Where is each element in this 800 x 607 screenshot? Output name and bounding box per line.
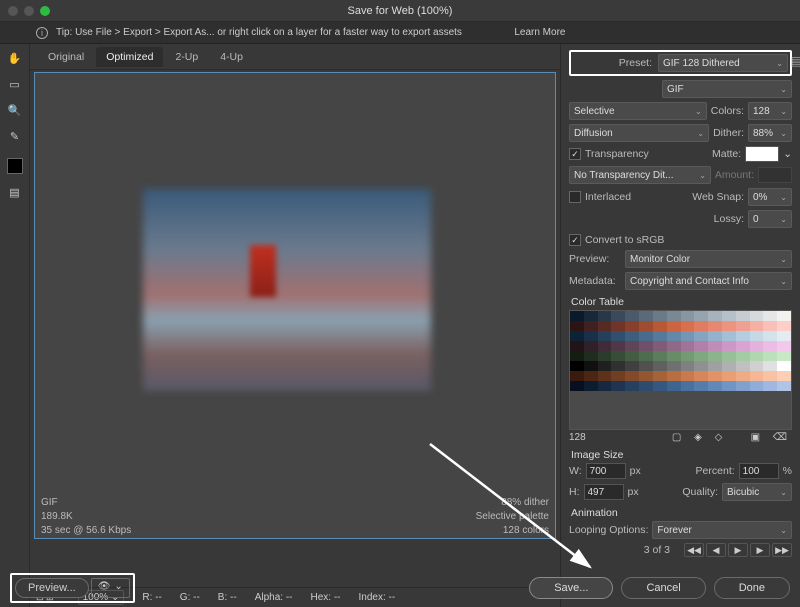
preset-label: Preset:	[619, 57, 652, 69]
preview-format: GIF	[41, 496, 131, 510]
slice-visibility-icon[interactable]: ▤	[7, 184, 23, 200]
preview-palette: Selective palette	[476, 510, 549, 524]
main-area: Original Optimized 2-Up 4-Up GIF 189.8K …	[30, 44, 560, 607]
preview-button[interactable]: Preview...	[15, 578, 89, 598]
matte-swatch[interactable]	[745, 146, 779, 162]
colors-label: Colors:	[711, 105, 744, 117]
panel-menu-icon[interactable]: ▤	[791, 54, 800, 68]
browser-preview-select[interactable]: 👁 ⌄	[91, 578, 130, 598]
preview-filesize: 189.8K	[41, 510, 131, 524]
amount-label: Amount:	[715, 169, 754, 181]
metadata-label: Metadata:	[569, 275, 621, 287]
color-table-toolbar: 128 ▢ ◈ ◇ ▣ ⌫	[569, 432, 792, 443]
interlaced-label: Interlaced	[585, 191, 688, 203]
dither-label: Dither:	[713, 127, 744, 139]
slice-select-tool-icon[interactable]: ▭	[7, 76, 23, 92]
colors-select[interactable]: 128⌄	[748, 102, 792, 120]
footer: Preview... 👁 ⌄ Save... Cancel Done	[0, 569, 800, 607]
last-frame-icon: ▶▶	[772, 543, 792, 557]
format-select[interactable]: GIF⌄	[662, 80, 792, 98]
play-icon: ▶	[728, 543, 748, 557]
preview-info-left: GIF 189.8K 35 sec @ 56.6 Kbps	[41, 496, 131, 538]
preset-highlight: Preset: GIF 128 Dithered⌄	[569, 50, 792, 76]
preview-colors: 128 colors	[476, 524, 549, 538]
color-table-buttons[interactable]: ▢ ◈ ◇ ▣ ⌫	[672, 432, 792, 443]
matte-label: Matte:	[712, 148, 741, 160]
color-table-heading: Color Table	[571, 296, 792, 308]
window-title: Save for Web (100%)	[0, 5, 800, 17]
lossy-select[interactable]: 0⌄	[748, 210, 792, 228]
view-tabs: Original Optimized 2-Up 4-Up	[30, 44, 560, 70]
eyedropper-tool-icon[interactable]: ✎	[7, 128, 23, 144]
preview-dither: 88% dither	[476, 496, 549, 510]
looping-label: Looping Options:	[569, 524, 648, 536]
titlebar: Save for Web (100%)	[0, 0, 800, 22]
preview-profile-select[interactable]: Monitor Color⌄	[625, 250, 792, 268]
transparency-label: Transparency	[585, 148, 708, 160]
px-label-2: px	[628, 486, 639, 498]
preview-button-highlight: Preview... 👁 ⌄	[10, 573, 135, 603]
metadata-select[interactable]: Copyright and Contact Info⌄	[625, 272, 792, 290]
percent-field[interactable]	[739, 463, 779, 479]
preset-select[interactable]: GIF 128 Dithered⌄	[658, 54, 788, 72]
frame-count: 3 of 3	[644, 544, 670, 556]
amount-field	[758, 167, 792, 183]
animation-controls[interactable]: ◀◀ ◀ ▶ ▶ ▶▶	[684, 543, 792, 557]
hand-tool-icon[interactable]: ✋	[7, 50, 23, 66]
learn-more-link[interactable]: Learn More	[500, 27, 580, 38]
preview-canvas[interactable]: GIF 189.8K 35 sec @ 56.6 Kbps 88% dither…	[34, 72, 556, 539]
eyedropper-color-swatch[interactable]	[7, 158, 23, 174]
tab-optimized[interactable]: Optimized	[96, 47, 163, 67]
interlaced-checkbox[interactable]	[569, 191, 581, 203]
dither-amount-select[interactable]: 88%⌄	[748, 124, 792, 142]
tip-bar: i Tip: Use File > Export > Export As... …	[0, 22, 800, 44]
websnap-select[interactable]: 0%⌄	[748, 188, 792, 206]
zoom-tool-icon[interactable]: 🔍	[7, 102, 23, 118]
info-icon: i	[36, 27, 48, 39]
preview-info-right: 88% dither Selective palette 128 colors	[476, 496, 549, 538]
preview-profile-label: Preview:	[569, 253, 621, 265]
lossy-label: Lossy:	[714, 213, 744, 225]
settings-panel: ▤ Preset: GIF 128 Dithered⌄ GIF⌄ Selecti…	[560, 44, 800, 607]
tip-text: Tip: Use File > Export > Export As... or…	[56, 27, 462, 38]
prev-frame-icon: ◀	[706, 543, 726, 557]
transparency-dither-select[interactable]: No Transparency Dit...⌄	[569, 166, 711, 184]
color-count: 128	[569, 432, 586, 443]
next-frame-icon: ▶	[750, 543, 770, 557]
percent-label: Percent:	[696, 465, 735, 477]
first-frame-icon: ◀◀	[684, 543, 704, 557]
looping-select[interactable]: Forever⌄	[652, 521, 792, 539]
quality-select[interactable]: Bicubic⌄	[722, 483, 792, 501]
cancel-button[interactable]: Cancel	[621, 577, 705, 599]
srgb-checkbox[interactable]: ✓	[569, 234, 581, 246]
preview-download-time: 35 sec @ 56.6 Kbps	[41, 524, 131, 538]
tab-4up[interactable]: 4-Up	[210, 47, 253, 67]
save-button[interactable]: Save...	[529, 577, 613, 599]
image-size-heading: Image Size	[571, 449, 792, 461]
px-label: px	[630, 465, 641, 477]
width-field[interactable]	[586, 463, 626, 479]
preview-image-subject	[250, 245, 276, 297]
tab-2up[interactable]: 2-Up	[165, 47, 208, 67]
dither-algorithm-select[interactable]: Diffusion⌄	[569, 124, 709, 142]
tab-original[interactable]: Original	[38, 47, 94, 67]
color-table[interactable]	[569, 310, 792, 430]
tool-strip: ✋ ▭ 🔍 ✎ ▤	[0, 44, 30, 607]
quality-label: Quality:	[682, 486, 718, 498]
websnap-label: Web Snap:	[692, 191, 744, 203]
color-swatches[interactable]	[570, 311, 791, 391]
height-field[interactable]	[584, 484, 624, 500]
preview-image	[143, 189, 431, 391]
animation-heading: Animation	[571, 507, 792, 519]
reduction-select[interactable]: Selective⌄	[569, 102, 707, 120]
transparency-checkbox[interactable]: ✓	[569, 148, 581, 160]
done-button[interactable]: Done	[714, 577, 790, 599]
srgb-label: Convert to sRGB	[585, 234, 664, 246]
